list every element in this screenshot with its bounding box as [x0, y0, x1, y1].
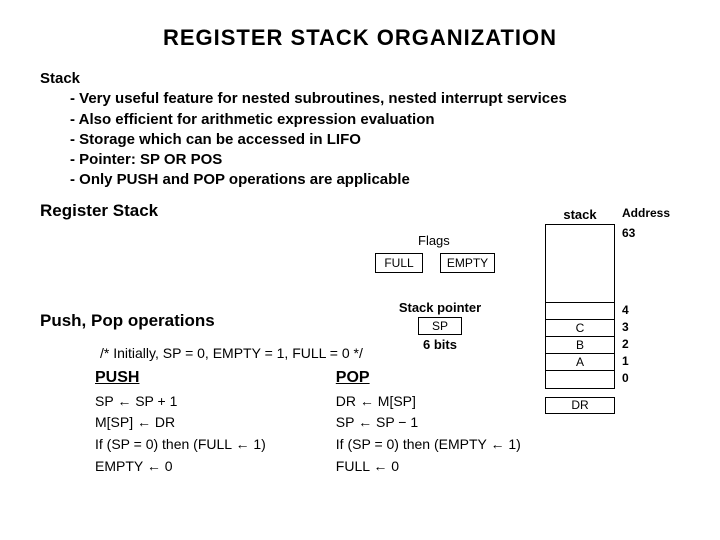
- stack-pointer-section: Stack pointer SP 6 bits: [390, 300, 490, 352]
- bullet: - Also efficient for arithmetic expressi…: [40, 110, 680, 130]
- bullet: - Very useful feature for nested subrout…: [40, 89, 680, 109]
- stack-rect: C B A: [545, 224, 615, 389]
- stack-diagram: Flags FULL EMPTY Stack pointer SP 6 bits…: [320, 225, 680, 425]
- pop-step: If (SP = 0) then (EMPTY ← 1): [336, 434, 521, 456]
- push-step: M[SP] ← DR: [95, 412, 266, 434]
- push-step: If (SP = 0) then (FULL ← 1): [95, 434, 266, 456]
- page-title: REGISTER STACK ORGANIZATION: [40, 25, 680, 51]
- sp-bits-label: 6 bits: [390, 337, 490, 352]
- bullet: - Only PUSH and POP operations are appli…: [40, 170, 680, 190]
- stack-heading: Stack: [40, 70, 80, 87]
- stack-description: Stack - Very useful feature for nested s…: [40, 69, 680, 191]
- bullet: - Pointer: SP OR POS: [40, 150, 680, 170]
- address-value: 3: [622, 321, 670, 338]
- stack-row: A: [546, 354, 614, 371]
- address-value: 1: [622, 355, 670, 372]
- push-column: PUSH SP ← SP + 1 M[SP] ← DR If (SP = 0) …: [95, 369, 266, 478]
- stack-row: C: [546, 320, 614, 337]
- address-value: 0: [622, 372, 670, 389]
- push-step: SP ← SP + 1: [95, 391, 266, 413]
- address-value: 4: [622, 304, 670, 321]
- stack-column: stack C B A DR: [545, 207, 615, 414]
- stack-label: stack: [545, 207, 615, 222]
- address-value: 2: [622, 338, 670, 355]
- dr-box: DR: [545, 397, 615, 414]
- sp-box: SP: [418, 317, 462, 335]
- stack-row: [546, 371, 614, 388]
- address-label: Address: [622, 207, 670, 224]
- stack-row: [546, 303, 614, 320]
- stack-body: [546, 225, 614, 303]
- sp-label: Stack pointer: [390, 300, 490, 315]
- address-column: Address 63 4 3 2 1 0: [622, 207, 670, 389]
- flags-label: Flags: [418, 233, 450, 248]
- bullet: - Storage which can be accessed in LIFO: [40, 130, 680, 150]
- stack-row: B: [546, 337, 614, 354]
- push-title: PUSH: [95, 369, 266, 387]
- push-step: EMPTY ← 0: [95, 456, 266, 478]
- address-value: 63: [622, 227, 670, 244]
- pop-step: FULL ← 0: [336, 456, 521, 478]
- empty-flag-box: EMPTY: [440, 253, 495, 273]
- full-flag-box: FULL: [375, 253, 423, 273]
